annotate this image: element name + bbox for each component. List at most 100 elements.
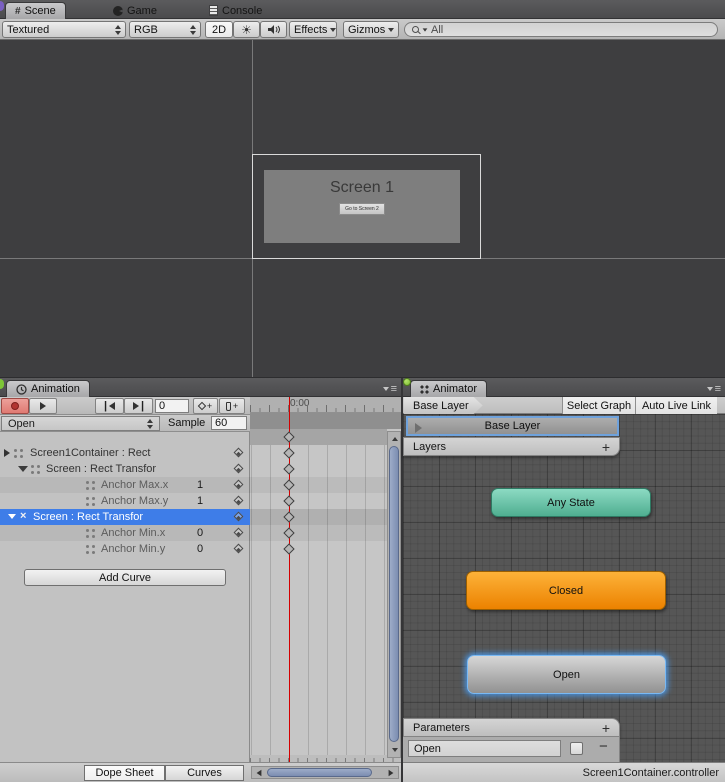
foldout-open-icon[interactable] <box>8 514 16 519</box>
row-keyframe-icon[interactable] <box>234 480 244 490</box>
layers-label: Layers <box>413 441 446 453</box>
clip-dropdown[interactable]: Open <box>1 416 160 431</box>
sample-label: Sample <box>168 417 205 429</box>
tab-game[interactable]: Game <box>107 2 163 19</box>
rect-transform-icon <box>86 481 89 484</box>
rect-transform-icon <box>86 497 89 500</box>
animator-icon <box>420 385 429 394</box>
animator-tab-strip: Animator ≡ <box>403 378 725 397</box>
top-tab-strip: # Scene Game Console <box>0 0 725 19</box>
remove-parameter-button[interactable]: − <box>599 738 608 755</box>
scroll-right-icon[interactable] <box>389 770 394 776</box>
console-icon <box>209 5 218 16</box>
record-icon <box>11 402 19 410</box>
breadcrumb-base-layer[interactable]: Base Layer <box>404 397 483 414</box>
sample-field[interactable]: 60 <box>211 416 247 430</box>
scroll-up-icon[interactable] <box>392 437 398 441</box>
add-keyframe-button[interactable]: + <box>193 398 218 414</box>
first-key-button[interactable]: | <box>95 398 124 414</box>
foldout-open-icon[interactable] <box>18 466 28 472</box>
tab-console[interactable]: Console <box>203 2 268 19</box>
animator-panel-menu[interactable]: ≡ <box>707 383 721 395</box>
base-layer-bar[interactable]: Base Layer <box>406 416 619 436</box>
last-key-button[interactable]: | <box>124 398 153 414</box>
record-button[interactable] <box>1 398 29 414</box>
base-layer-name: Base Layer <box>485 420 541 432</box>
search-filter-chevron-icon <box>423 28 428 31</box>
horizontal-scroll-thumb[interactable] <box>267 768 372 777</box>
tab-scene[interactable]: # Scene <box>5 2 66 19</box>
tab-game-label: Game <box>127 5 157 17</box>
add-parameter-button[interactable]: + <box>602 720 610 736</box>
state-open-selected[interactable]: Open <box>467 655 666 694</box>
sample-value: 60 <box>215 417 227 429</box>
scene-view[interactable]: Screen 1 Go to Screen 2 <box>0 40 725 377</box>
scroll-down-icon[interactable] <box>392 748 398 752</box>
property-row[interactable]: Anchor Max.y 1 <box>0 493 250 509</box>
property-label: Anchor Min.x <box>101 527 165 539</box>
parameters-shelf[interactable]: Parameters + <box>403 718 620 737</box>
property-row[interactable]: Screen1Container : Rect <box>0 445 250 461</box>
green-marker-dot <box>0 379 4 389</box>
ruler-major-ticks <box>250 405 401 412</box>
purple-marker-dot <box>0 1 4 11</box>
parameter-checkbox[interactable] <box>570 742 583 755</box>
tab-animation-label: Animation <box>31 383 80 395</box>
layers-shelf[interactable]: Layers + <box>403 437 620 456</box>
timeline-stripe-row <box>250 477 387 493</box>
parameter-name-field[interactable]: Open <box>408 740 561 757</box>
foldout-closed-icon[interactable] <box>4 449 10 457</box>
select-graph-button[interactable]: Select Graph <box>562 397 635 414</box>
draw-mode-dropdown[interactable]: Textured <box>2 21 126 38</box>
game-pacman-icon <box>113 6 123 16</box>
screen1-title: Screen 1 <box>264 179 460 197</box>
row-keyframe-icon[interactable] <box>234 512 244 522</box>
updown-arrows-icon <box>115 25 121 35</box>
rect-transform-icon <box>14 449 17 452</box>
property-row[interactable]: Screen : Rect Transfor <box>0 461 250 477</box>
tab-animator[interactable]: Animator <box>410 380 487 397</box>
property-label: Screen : Rect Transfor <box>33 511 143 523</box>
add-curve-button[interactable]: Add Curve <box>24 569 226 586</box>
row-keyframe-icon[interactable] <box>234 496 244 506</box>
plus-glyph: + <box>233 401 238 411</box>
audio-toggle-button[interactable] <box>260 21 287 38</box>
event-marker-icon <box>226 402 231 411</box>
timeline-vertical-scrollbar[interactable] <box>387 431 401 758</box>
property-row[interactable]: Anchor Max.x 1 <box>0 477 250 493</box>
property-label: Anchor Max.x <box>101 479 168 491</box>
dope-sheet-tab[interactable]: Dope Sheet <box>84 765 165 781</box>
dopesheet-timeline[interactable] <box>250 413 401 762</box>
property-row-selected[interactable]: × Screen : Rect Transfor <box>0 509 250 525</box>
auto-live-link-button[interactable]: Auto Live Link <box>635 397 717 414</box>
animation-panel-menu[interactable]: ≡ <box>383 383 397 395</box>
vertical-scroll-thumb[interactable] <box>389 446 399 742</box>
row-keyframe-icon[interactable] <box>234 528 244 538</box>
timeline-ruler[interactable]: 0:00 <box>250 397 401 413</box>
go-to-screen2-button[interactable]: Go to Screen 2 <box>339 203 385 215</box>
render-mode-dropdown[interactable]: RGB <box>129 21 201 38</box>
row-keyframe-icon[interactable] <box>234 464 244 474</box>
timeline-bottom-ruler <box>250 755 401 762</box>
animator-graph[interactable]: Base Layer Layers + Any State Closed Ope… <box>403 414 725 762</box>
scene-grid-icon: # <box>15 6 21 17</box>
timeline-horizontal-scrollbar[interactable] <box>251 766 399 779</box>
curves-tab[interactable]: Curves <box>165 765 244 781</box>
property-row[interactable]: Anchor Min.y 0 <box>0 541 250 557</box>
tab-animation[interactable]: Animation <box>6 380 90 397</box>
property-row[interactable]: Anchor Min.x 0 <box>0 525 250 541</box>
search-input[interactable]: All <box>404 22 718 37</box>
row-keyframe-icon[interactable] <box>234 544 244 554</box>
scroll-left-icon[interactable] <box>257 770 262 776</box>
state-closed[interactable]: Closed <box>466 571 666 610</box>
row-keyframe-icon[interactable] <box>234 448 244 458</box>
gizmos-dropdown[interactable]: Gizmos <box>343 21 399 38</box>
lighting-toggle-button[interactable]: ☀ <box>233 21 260 38</box>
effects-dropdown[interactable]: Effects <box>289 21 337 38</box>
state-any-state[interactable]: Any State <box>491 488 651 517</box>
2d-toggle-button[interactable]: 2D <box>205 21 233 38</box>
add-layer-button[interactable]: + <box>602 439 610 455</box>
add-event-button[interactable]: + <box>219 398 245 414</box>
play-button[interactable] <box>29 398 57 414</box>
frame-field[interactable]: 0 <box>155 399 189 413</box>
